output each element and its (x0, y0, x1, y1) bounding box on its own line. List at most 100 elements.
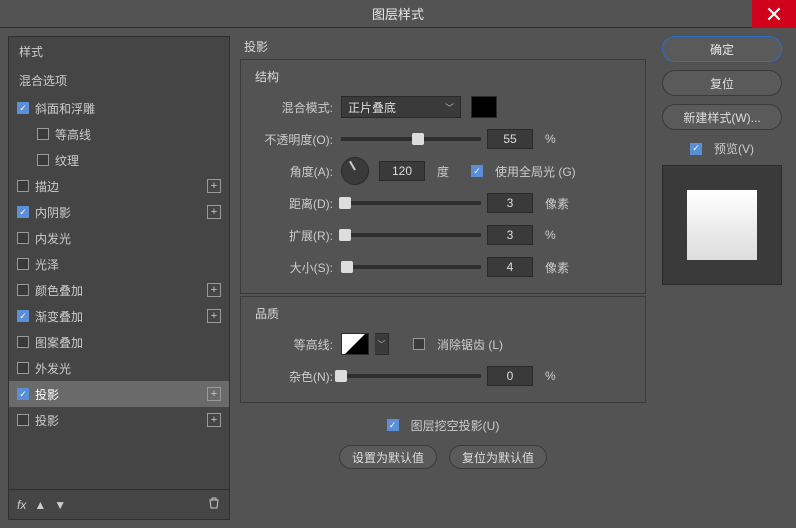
action-panel: 确定 复位 新建样式(W)... 预览(V) (656, 36, 788, 520)
opacity-slider[interactable] (341, 137, 481, 141)
close-icon (767, 7, 781, 21)
contour-picker[interactable] (341, 333, 369, 355)
window-title: 图层样式 (372, 4, 424, 23)
arrow-up-icon[interactable]: ▲ (34, 498, 46, 512)
blend-mode-value: 正片叠底 (348, 99, 396, 116)
color-swatch[interactable] (471, 96, 497, 118)
effect-item[interactable]: 投影+ (9, 407, 229, 433)
ok-button[interactable]: 确定 (662, 36, 782, 62)
plus-icon[interactable]: + (207, 179, 221, 193)
effect-label: 光泽 (35, 256, 59, 273)
effect-checkbox[interactable] (17, 284, 29, 296)
effect-label: 描边 (35, 178, 59, 195)
noise-unit: % (545, 369, 556, 383)
effect-label: 图案叠加 (35, 334, 83, 351)
spread-slider[interactable] (341, 233, 481, 237)
cancel-button[interactable]: 复位 (662, 70, 782, 96)
styles-header[interactable]: 样式 (9, 37, 229, 66)
effect-item[interactable]: 渐变叠加+ (9, 303, 229, 329)
preview-label: 预览(V) (714, 140, 754, 157)
effect-item[interactable]: 外发光 (9, 355, 229, 381)
effect-checkbox[interactable] (17, 232, 29, 244)
reset-default-button[interactable]: 复位为默认值 (449, 445, 547, 469)
effect-item[interactable]: 颜色叠加 + (9, 277, 229, 303)
panel-title: 投影 (240, 36, 646, 57)
effect-checkbox[interactable] (17, 102, 29, 114)
arrow-down-icon[interactable]: ▼ (54, 498, 66, 512)
opacity-label: 不透明度(O): (255, 131, 333, 148)
plus-icon[interactable]: + (207, 283, 221, 297)
effect-item[interactable]: 图案叠加 (9, 329, 229, 355)
effect-item[interactable]: 投影+ (9, 381, 229, 407)
noise-input[interactable]: 0 (487, 366, 533, 386)
size-label: 大小(S): (255, 259, 333, 276)
effect-checkbox[interactable] (17, 414, 29, 426)
plus-icon[interactable]: + (207, 309, 221, 323)
effect-checkbox[interactable] (17, 362, 29, 374)
effect-checkbox[interactable] (17, 310, 29, 322)
effect-label: 内发光 (35, 230, 71, 247)
effect-checkbox[interactable] (17, 180, 29, 192)
effect-checkbox[interactable] (17, 388, 29, 400)
blend-mode-select[interactable]: 正片叠底 ﹀ (341, 96, 461, 118)
fx-menu[interactable]: fx (17, 498, 26, 512)
effect-checkbox[interactable] (17, 336, 29, 348)
plus-icon[interactable]: + (207, 413, 221, 427)
distance-label: 距离(D): (255, 195, 333, 212)
blend-options[interactable]: 混合选项 (9, 66, 229, 95)
size-unit: 像素 (545, 259, 569, 276)
global-light-checkbox[interactable] (471, 165, 483, 177)
effect-item[interactable]: 描边 + (9, 173, 229, 199)
global-light-label: 使用全局光 (G) (495, 163, 576, 180)
spread-label: 扩展(R): (255, 227, 333, 244)
contour-dropdown[interactable]: ﹀ (375, 333, 389, 355)
preview-toggle[interactable]: 预览(V) (690, 140, 754, 157)
opacity-input[interactable]: 55 (487, 129, 533, 149)
quality-legend: 品质 (255, 305, 631, 322)
new-style-button[interactable]: 新建样式(W)... (662, 104, 782, 130)
effect-item[interactable]: 光泽 (9, 251, 229, 277)
preview-box (662, 165, 782, 285)
effect-item[interactable]: 内阴影+ (9, 199, 229, 225)
spread-unit: % (545, 228, 556, 242)
structure-group: 结构 混合模式: 正片叠底 ﹀ 不透明度(O): 55 % 角度(A): 120 (240, 59, 646, 294)
close-button[interactable] (752, 0, 796, 28)
effect-label: 等高线 (55, 126, 91, 143)
distance-slider[interactable] (341, 201, 481, 205)
effect-checkbox[interactable] (17, 258, 29, 270)
plus-icon[interactable]: + (207, 205, 221, 219)
plus-icon[interactable]: + (207, 387, 221, 401)
angle-label: 角度(A): (255, 163, 333, 180)
effect-label: 斜面和浮雕 (35, 100, 95, 117)
trash-icon[interactable] (207, 496, 221, 513)
title-bar: 图层样式 (0, 0, 796, 28)
effect-item[interactable]: 斜面和浮雕 (9, 95, 229, 121)
effect-item[interactable]: 内发光 (9, 225, 229, 251)
noise-slider[interactable] (341, 374, 481, 378)
effect-item[interactable]: 纹理 (9, 147, 229, 173)
contour-label: 等高线: (255, 336, 333, 353)
angle-input[interactable]: 120 (379, 161, 425, 181)
dialog-content: 样式 混合选项 斜面和浮雕等高线纹理描边+内阴影+内发光光泽颜色叠加+渐变叠加+… (0, 28, 796, 528)
effect-checkbox[interactable] (17, 206, 29, 218)
effect-checkbox[interactable] (37, 128, 49, 140)
size-input[interactable]: 4 (487, 257, 533, 277)
effect-item[interactable]: 等高线 (9, 121, 229, 147)
preview-checkbox[interactable] (690, 143, 702, 155)
effect-label: 纹理 (55, 152, 79, 169)
make-default-button[interactable]: 设置为默认值 (339, 445, 437, 469)
spread-input[interactable]: 3 (487, 225, 533, 245)
effect-checkbox[interactable] (37, 154, 49, 166)
opacity-unit: % (545, 132, 556, 146)
antialias-checkbox[interactable] (413, 338, 425, 350)
distance-input[interactable]: 3 (487, 193, 533, 213)
structure-legend: 结构 (255, 68, 631, 85)
angle-dial[interactable] (341, 157, 369, 185)
size-slider[interactable] (341, 265, 481, 269)
effect-label: 颜色叠加 (35, 282, 83, 299)
chevron-down-icon: ﹀ (445, 101, 454, 114)
distance-unit: 像素 (545, 195, 569, 212)
knockout-checkbox[interactable] (387, 419, 399, 431)
effect-label: 外发光 (35, 360, 71, 377)
antialias-label: 消除锯齿 (L) (437, 336, 503, 353)
